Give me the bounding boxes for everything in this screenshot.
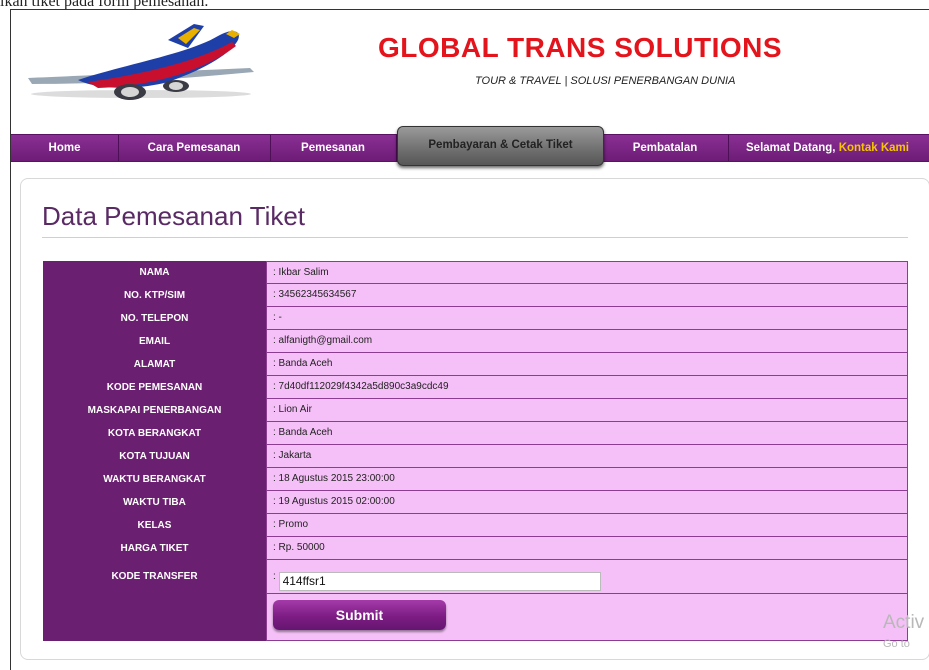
row-label: HARGA TIKET bbox=[43, 537, 266, 560]
row-value: : alfanigth@gmail.com bbox=[266, 330, 908, 353]
booking-data-table: NAMA: Ikbar Salim NO. KTP/SIM: 345623456… bbox=[43, 261, 908, 641]
transfer-row: KODE TRANSFER : bbox=[43, 560, 908, 594]
row-value: : - bbox=[266, 307, 908, 330]
row-label: EMAIL bbox=[43, 330, 266, 353]
table-row: WAKTU BERANGKAT: 18 Agustus 2015 23:00:0… bbox=[43, 468, 908, 491]
row-label: WAKTU TIBA bbox=[43, 491, 266, 514]
row-label: KODE PEMESANAN bbox=[43, 376, 266, 399]
table-row: KOTA BERANGKAT: Banda Aceh bbox=[43, 422, 908, 445]
row-value: : 18 Agustus 2015 23:00:00 bbox=[266, 468, 908, 491]
row-label: NO. KTP/SIM bbox=[43, 284, 266, 307]
activation-watermark: Activ bbox=[883, 612, 925, 633]
table-row: NO. KTP/SIM: 34562345634567 bbox=[43, 284, 908, 307]
table-row: HARGA TIKET: Rp. 50000 bbox=[43, 537, 908, 560]
brand-title: GLOBAL TRANS SOLUTIONS bbox=[378, 32, 783, 63]
welcome-text: Selamat Datang, bbox=[746, 142, 836, 154]
transfer-cell: : bbox=[266, 560, 908, 594]
row-label: NAMA bbox=[43, 261, 266, 284]
row-label: KELAS bbox=[43, 514, 266, 537]
submit-button[interactable]: Submit bbox=[273, 600, 446, 630]
row-label: WAKTU BERANGKAT bbox=[43, 468, 266, 491]
activation-watermark-sub: Go to bbox=[883, 638, 910, 650]
submit-row: Submit bbox=[43, 594, 908, 641]
submit-cell: Submit bbox=[266, 594, 908, 641]
kode-transfer-input[interactable] bbox=[278, 571, 601, 591]
table-row: KELAS: Promo bbox=[43, 514, 908, 537]
table-row: EMAIL: alfanigth@gmail.com bbox=[43, 330, 908, 353]
airplane-logo bbox=[28, 24, 254, 100]
nav-pembayaran-cetak-tiket[interactable]: Pembayaran & Cetak Tiket bbox=[397, 126, 604, 166]
row-value: : Banda Aceh bbox=[266, 422, 908, 445]
table-row: KOTA TUJUAN: Jakarta bbox=[43, 445, 908, 468]
nav-home[interactable]: Home bbox=[11, 135, 119, 161]
nav-pembatalan[interactable]: Pembatalan bbox=[602, 135, 729, 161]
row-value: : 19 Agustus 2015 02:00:00 bbox=[266, 491, 908, 514]
nav-kontak-kami[interactable]: Kontak Kami bbox=[839, 142, 909, 154]
table-row: KODE PEMESANAN: 7d40df112029f4342a5d890c… bbox=[43, 376, 908, 399]
row-value: : Lion Air bbox=[266, 399, 908, 422]
page-title: Data Pemesanan Tiket bbox=[42, 201, 306, 231]
nav-pemesanan[interactable]: Pemesanan bbox=[270, 135, 397, 161]
row-value: : 34562345634567 bbox=[266, 284, 908, 307]
table-row: WAKTU TIBA: 19 Agustus 2015 02:00:00 bbox=[43, 491, 908, 514]
row-label: KOTA BERANGKAT bbox=[43, 422, 266, 445]
row-label: NO. TELEPON bbox=[43, 307, 266, 330]
row-value: : Ikbar Salim bbox=[266, 261, 908, 284]
table-row: ALAMAT: Banda Aceh bbox=[43, 353, 908, 376]
title-divider bbox=[42, 237, 908, 238]
table-row: MASKAPAI PENERBANGAN: Lion Air bbox=[43, 399, 908, 422]
transfer-prefix: : bbox=[273, 571, 276, 582]
row-value: : Rp. 50000 bbox=[266, 537, 908, 560]
brand-subtitle: TOUR & TRAVEL | SOLUSI PENERBANGAN DUNIA bbox=[475, 75, 736, 87]
row-value: : Promo bbox=[266, 514, 908, 537]
row-label: ALAMAT bbox=[43, 353, 266, 376]
submit-row-label bbox=[43, 594, 266, 641]
transfer-label: KODE TRANSFER bbox=[43, 560, 266, 594]
nav-cara-pemesanan[interactable]: Cara Pemesanan bbox=[118, 135, 271, 161]
nav-welcome: Selamat Datang, Kontak Kami bbox=[746, 135, 909, 161]
row-label: MASKAPAI PENERBANGAN bbox=[43, 399, 266, 422]
row-label: KOTA TUJUAN bbox=[43, 445, 266, 468]
table-row: NAMA: Ikbar Salim bbox=[43, 261, 908, 284]
row-value: : Banda Aceh bbox=[266, 353, 908, 376]
row-value: : 7d40df112029f4342a5d890c3a9cdc49 bbox=[266, 376, 908, 399]
table-row: NO. TELEPON: - bbox=[43, 307, 908, 330]
row-value: : Jakarta bbox=[266, 445, 908, 468]
